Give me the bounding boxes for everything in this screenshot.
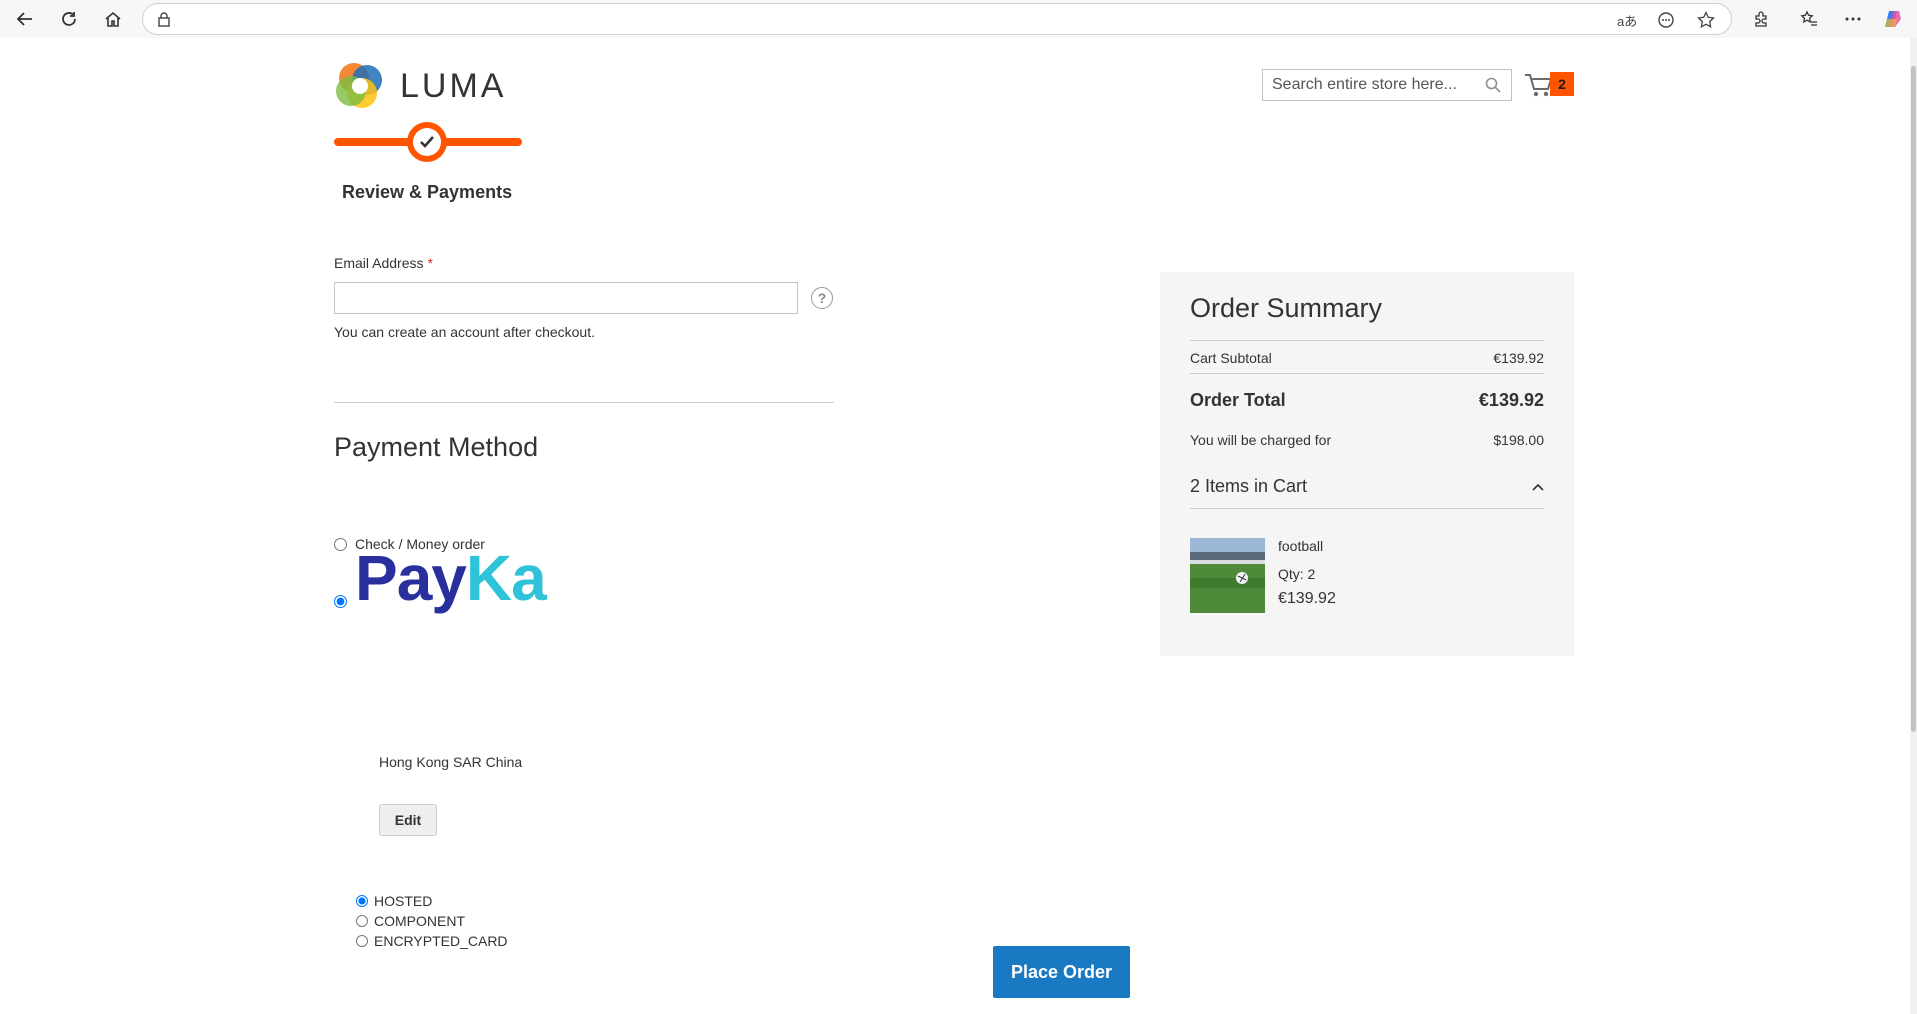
product-thumbnail <box>1190 538 1265 613</box>
items-in-cart-label: 2 Items in Cart <box>1190 476 1308 496</box>
checkmark-icon <box>420 136 434 148</box>
home-icon[interactable] <box>100 6 126 32</box>
minicart[interactable]: 2 <box>1524 70 1574 100</box>
checkout-page: LUMA 2 Review & Payments Email Address* … <box>0 38 1910 1014</box>
summary-divider <box>1190 340 1544 341</box>
search-icon[interactable] <box>1485 77 1501 98</box>
order-total-label: Order Total <box>1190 390 1286 410</box>
back-icon[interactable] <box>12 6 38 32</box>
page-scrollbar[interactable] <box>1910 38 1917 1014</box>
more-menu-icon[interactable] <box>1840 6 1866 32</box>
billing-country: Hong Kong SAR China <box>379 754 523 770</box>
chevron-up-icon <box>1532 483 1544 491</box>
progress-step-marker <box>407 122 447 162</box>
luma-logo-text: LUMA <box>400 66 507 105</box>
encrypted-card-label: ENCRYPTED_CARD <box>374 933 508 949</box>
address-bar[interactable]: aあ <box>142 3 1732 35</box>
product-name: football <box>1278 538 1324 554</box>
encrypted-card-radio[interactable] <box>356 935 368 947</box>
paykka-logo-part1: Pay <box>355 542 467 614</box>
favorite-star-icon[interactable] <box>1697 10 1715 32</box>
cart-subtotal-label: Cart Subtotal <box>1190 350 1272 366</box>
charged-row: You will be charged for $198.00 <box>1190 432 1544 448</box>
hosted-label: HOSTED <box>374 893 433 909</box>
paykka-logo-part2: Ka <box>465 542 547 614</box>
email-field[interactable] <box>334 282 798 314</box>
product-qty: Qty: 2 <box>1278 566 1316 582</box>
order-summary-title: Order Summary <box>1190 293 1383 323</box>
scrollbar-thumb[interactable] <box>1911 66 1916 732</box>
paykka-logo: PayKa <box>355 546 547 610</box>
product-price: €139.92 <box>1278 590 1336 607</box>
order-summary: Order Summary Cart Subtotal €139.92 Orde… <box>1160 272 1574 656</box>
charged-label: You will be charged for <box>1190 432 1332 448</box>
favorites-icon[interactable] <box>1796 6 1822 32</box>
browser-toolbar: aあ <box>0 0 1917 38</box>
reading-mode-icon[interactable] <box>1657 11 1675 32</box>
hosted-radio[interactable] <box>356 895 368 907</box>
section-divider <box>334 402 834 403</box>
email-note: You can create an account after checkout… <box>334 324 595 340</box>
progress-step-label: Review & Payments <box>342 182 513 202</box>
refresh-icon[interactable] <box>56 6 82 32</box>
luma-logo[interactable]: LUMA <box>334 60 506 112</box>
flow-option-encrypted-card[interactable]: ENCRYPTED_CARD <box>356 933 508 949</box>
search-box <box>1262 69 1512 101</box>
edit-address-button[interactable]: Edit <box>379 804 437 836</box>
luma-logo-icon <box>336 63 382 108</box>
items-in-cart-toggle[interactable]: 2 Items in Cart <box>1190 476 1544 497</box>
copilot-icon[interactable] <box>1880 6 1906 32</box>
summary-divider <box>1190 508 1544 509</box>
lock-icon <box>157 11 171 32</box>
component-radio[interactable] <box>356 915 368 927</box>
flow-option-hosted[interactable]: HOSTED <box>356 893 432 909</box>
order-total-row: Order Total €139.92 <box>1190 390 1544 411</box>
place-order-button[interactable]: Place Order <box>993 946 1130 998</box>
cart-count-badge: 2 <box>1550 72 1574 96</box>
translate-icon[interactable]: aあ <box>1617 11 1637 30</box>
summary-divider <box>1190 373 1544 374</box>
order-total-value: €139.92 <box>1478 390 1544 410</box>
cart-subtotal-row: Cart Subtotal €139.92 <box>1190 350 1544 366</box>
email-label-text: Email Address <box>334 255 424 271</box>
help-icon[interactable]: ? <box>811 287 833 309</box>
email-label: Email Address * <box>334 255 433 271</box>
required-mark: * <box>427 255 433 271</box>
search-input[interactable] <box>1263 70 1478 100</box>
payment-option-paykka[interactable]: PayKa <box>334 546 547 610</box>
extensions-icon[interactable] <box>1748 6 1774 32</box>
payment-method-title: Payment Method <box>334 432 539 462</box>
component-label: COMPONENT <box>374 913 465 929</box>
paykka-radio[interactable] <box>334 595 347 608</box>
charged-value: $198.00 <box>1493 432 1544 448</box>
flow-option-component[interactable]: COMPONENT <box>356 913 465 929</box>
cart-subtotal-value: €139.92 <box>1493 350 1544 366</box>
